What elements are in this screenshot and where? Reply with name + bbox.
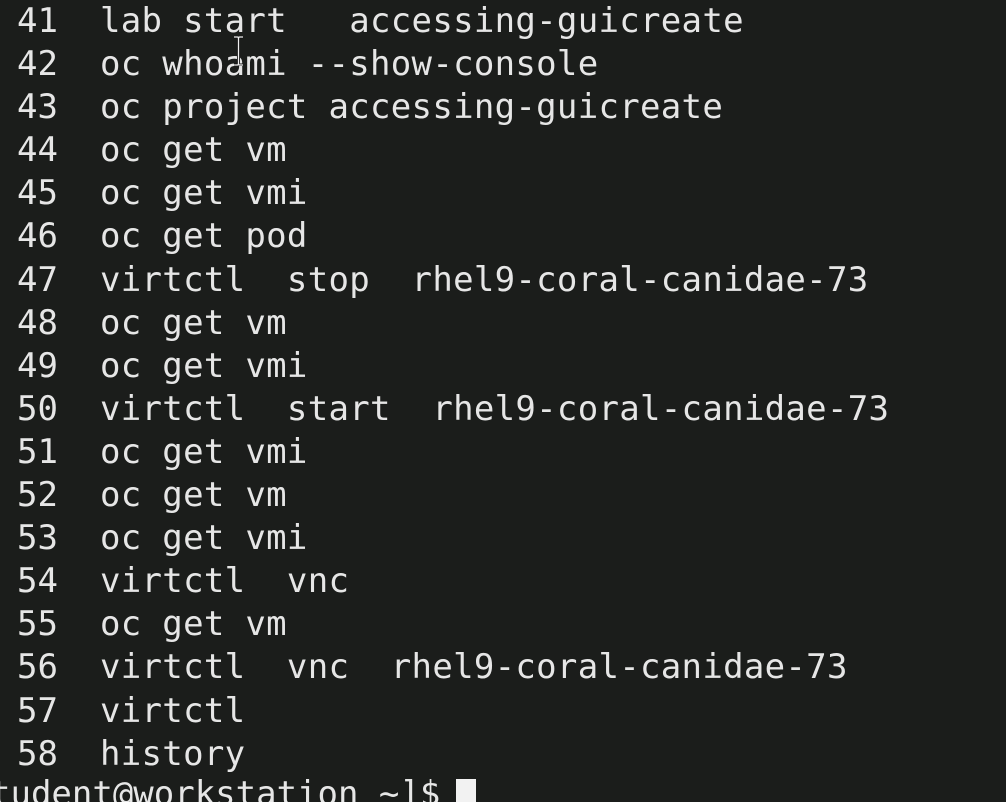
history-command: oc project accessing-guicreate (100, 87, 724, 128)
history-command: virtctl stop rhel9-coral-canidae-73 (100, 259, 869, 300)
history-line: 46 oc get pod (0, 215, 889, 258)
history-command: oc whoami --show-console (100, 44, 599, 85)
history-line-number: 52 (17, 475, 58, 516)
history-command: oc get vmi (100, 345, 308, 386)
history-command: virtctl vnc (100, 561, 350, 602)
history-command: oc get vmi (100, 431, 308, 472)
history-line: 43 oc project accessing-guicreate (0, 86, 889, 129)
history-command: oc get vm (100, 302, 287, 343)
history-command: oc get pod (100, 216, 308, 257)
history-command: virtctl start rhel9-coral-canidae-73 (100, 388, 890, 429)
history-line: 48 oc get vm (0, 302, 889, 345)
history-line: 58 history (0, 733, 889, 776)
text-cursor (456, 779, 477, 802)
history-line: 44 oc get vm (0, 129, 889, 172)
history-output: 41 lab start accessing-guicreate 42 oc whoa… (0, 0, 889, 776)
history-line: 57 virtctl (0, 690, 889, 733)
history-line: 51 oc get vmi (0, 431, 889, 474)
history-line: 55 oc get vm (0, 603, 889, 646)
history-line-number: 45 (17, 173, 58, 214)
history-line-number: 53 (17, 518, 58, 559)
history-line: 53 oc get vmi (0, 517, 889, 560)
terminal-window[interactable]: 41 lab start accessing-guicreate 42 oc whoa… (0, 0, 1006, 802)
history-line-number: 49 (17, 345, 58, 386)
history-line: 42 oc whoami --show-console (0, 43, 889, 86)
history-line-number: 54 (17, 561, 58, 602)
history-line: 45 oc get vmi (0, 172, 889, 215)
history-line-number: 41 (17, 1, 58, 41)
shell-prompt: tudent@workstation ~]$ (0, 774, 441, 802)
history-line: 47 virtctl stop rhel9-coral-canidae-73 (0, 259, 889, 302)
history-command: oc get vm (100, 475, 287, 516)
history-command: history (100, 733, 246, 774)
history-line: 56 virtctl vnc rhel9-coral-canidae-73 (0, 646, 889, 689)
history-line-number: 51 (17, 431, 58, 472)
history-command: oc get vm (100, 604, 287, 645)
history-line-number: 43 (17, 87, 58, 128)
text-ibeam-cursor-icon (234, 36, 243, 66)
history-command: oc get vmi (100, 173, 308, 214)
history-line-number: 50 (17, 388, 58, 429)
history-line: 41 lab start accessing-guicreate (0, 0, 889, 43)
history-line-number: 58 (17, 733, 58, 774)
history-line-number: 47 (17, 259, 58, 300)
history-line: 54 virtctl vnc (0, 560, 889, 603)
history-line-number: 57 (17, 690, 58, 731)
history-line-number: 56 (17, 647, 58, 688)
history-line: 52 oc get vm (0, 474, 889, 517)
history-command: oc get vm (100, 130, 287, 171)
history-line-number: 42 (17, 44, 58, 85)
history-line-number: 46 (17, 216, 58, 257)
history-command: lab start accessing-guicreate (100, 1, 744, 41)
shell-prompt-line[interactable]: tudent@workstation ~]$ (0, 773, 477, 802)
history-line-number: 55 (17, 604, 58, 645)
history-line: 49 oc get vmi (0, 345, 889, 388)
history-line-number: 44 (17, 130, 58, 171)
history-command: virtctl vnc rhel9-coral-canidae-73 (100, 647, 848, 688)
history-line-number: 48 (17, 302, 58, 343)
history-line: 50 virtctl start rhel9-coral-canidae-73 (0, 388, 889, 431)
history-command: oc get vmi (100, 518, 308, 559)
history-command: virtctl (100, 690, 246, 731)
